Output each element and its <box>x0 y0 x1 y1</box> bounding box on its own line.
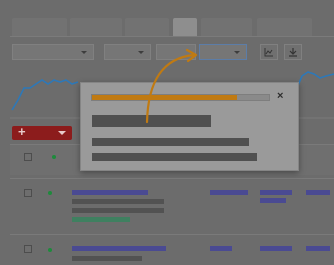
download-button[interactable] <box>284 44 302 60</box>
row-link[interactable] <box>72 246 166 251</box>
row-url[interactable] <box>72 217 130 222</box>
table-row[interactable] <box>10 178 334 233</box>
row-cell-a[interactable] <box>210 190 248 195</box>
row-checkbox[interactable] <box>24 189 32 197</box>
tab-3[interactable] <box>125 18 169 36</box>
date-range-select[interactable] <box>199 44 247 60</box>
row-cell-b1[interactable] <box>260 246 292 251</box>
row-cell-c[interactable] <box>306 246 330 251</box>
plus-icon: + <box>18 124 26 139</box>
table-row[interactable] <box>10 234 334 265</box>
row-cell-b2[interactable] <box>260 198 286 203</box>
row-link[interactable] <box>72 190 148 195</box>
close-icon[interactable]: × <box>277 89 283 103</box>
dialog-text-line-1 <box>92 138 249 146</box>
chart-icon <box>264 48 273 57</box>
row-cell-b1[interactable] <box>260 190 292 195</box>
add-button[interactable]: + <box>12 124 72 140</box>
chevron-down-icon <box>234 51 240 54</box>
chevron-down-icon <box>58 131 66 135</box>
download-icon <box>289 48 297 57</box>
chevron-down-icon <box>138 51 144 54</box>
filter-select-3[interactable] <box>156 44 196 60</box>
progress-bar <box>91 94 270 101</box>
row-detail-1 <box>72 256 142 261</box>
status-dot <box>48 248 52 252</box>
status-column-icon <box>52 155 56 159</box>
filter-select-2[interactable] <box>104 44 151 60</box>
chart-button[interactable] <box>260 44 278 60</box>
tab-6[interactable] <box>257 18 312 36</box>
filter-select-1[interactable] <box>12 44 94 60</box>
tab-divider <box>10 36 334 37</box>
select-all-checkbox[interactable] <box>24 153 32 161</box>
row-cell-a[interactable] <box>210 246 232 251</box>
tab-active[interactable] <box>173 18 197 36</box>
chart-line-right <box>295 71 334 91</box>
row-cell-c[interactable] <box>306 190 330 195</box>
progress-fill <box>92 95 238 100</box>
chart-line-left <box>11 79 79 111</box>
dialog-title-placeholder <box>92 115 211 127</box>
status-dot <box>48 191 52 195</box>
row-detail-1 <box>72 199 164 204</box>
tab-1[interactable] <box>12 18 67 36</box>
tab-2[interactable] <box>70 18 122 36</box>
chevron-down-icon <box>81 51 87 54</box>
progress-dialog: × <box>80 82 299 171</box>
row-checkbox[interactable] <box>24 245 32 253</box>
tab-5[interactable] <box>201 18 252 36</box>
row-detail-2 <box>72 208 164 213</box>
dialog-text-line-2 <box>92 153 257 161</box>
